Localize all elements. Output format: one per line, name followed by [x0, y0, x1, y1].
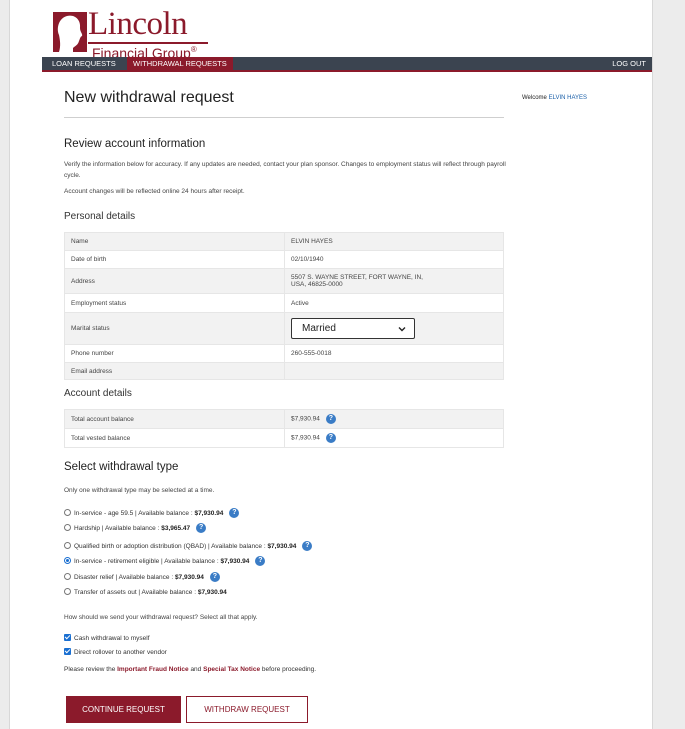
table-row: Address 5507 S. WAYNE STREET, FORT WAYNE… [64, 268, 504, 294]
row-label: Phone number [64, 344, 285, 363]
row-value: ELVIN HAYES [284, 232, 504, 251]
row-value: $7,930.94? [284, 428, 504, 448]
welcome-message: Welcome ELVIN HAYES [522, 95, 588, 101]
radio-button-selected[interactable] [64, 556, 71, 564]
row-value [284, 362, 504, 380]
radio-button[interactable] [64, 523, 71, 531]
table-row: Email address [64, 362, 504, 380]
row-value: Married [284, 312, 504, 345]
withdrawal-option-transfer-assets[interactable]: Transfer of assets out | Available balan… [64, 587, 227, 599]
help-icon[interactable]: ? [229, 508, 240, 519]
personal-details-heading: Personal details [64, 211, 136, 222]
table-row: Date of birth 02/10/1940 [64, 250, 504, 269]
logo-wordmark: Lincoln [88, 6, 188, 42]
review-note: Account changes will be reflected online… [64, 188, 245, 195]
row-value: 5507 S. WAYNE STREET, FORT WAYNE, IN, USA… [284, 268, 504, 294]
table-row: Phone number 260-555-0018 [64, 344, 504, 363]
row-label: Marital status [64, 312, 285, 345]
review-instructions: Verify the information below for accurac… [64, 161, 506, 179]
nav-withdrawal-requests[interactable]: WITHDRAWAL REQUESTS [127, 57, 233, 70]
checkbox-checked[interactable] [64, 647, 71, 655]
nav-loan-requests[interactable]: LOAN REQUESTS [46, 57, 122, 70]
withdrawal-type-note: Only one withdrawal type may be selected… [64, 487, 215, 494]
continue-request-button[interactable]: CONTINUE REQUEST [66, 696, 181, 723]
table-row: Total account balance $7,930.94? [64, 409, 504, 429]
row-label: Email address [64, 362, 285, 380]
welcome-user-name[interactable]: ELVIN HAYES [549, 95, 587, 101]
help-icon[interactable]: ? [325, 433, 336, 443]
radio-button[interactable] [64, 572, 71, 580]
table-row: Employment status Active [64, 293, 504, 313]
row-label: Address [64, 268, 285, 294]
notice-text: Please review the Important Fraud Notice… [64, 666, 317, 673]
row-value: $7,930.94? [284, 409, 504, 429]
table-row: Marital status Married [64, 312, 504, 345]
lincoln-logo[interactable]: Lincoln Financial Group® [45, 6, 245, 61]
radio-button[interactable] [64, 587, 71, 595]
row-label: Total account balance [64, 409, 285, 429]
row-label: Employment status [64, 293, 285, 313]
withdrawal-option-retirement-eligible[interactable]: In-service - retirement eligible | Avail… [64, 556, 266, 568]
radio-button[interactable] [64, 541, 71, 549]
table-row: Name ELVIN HAYES [64, 232, 504, 251]
row-label: Date of birth [64, 250, 285, 269]
table-row: Total vested balance $7,930.94? [64, 428, 504, 448]
send-option-cash[interactable]: Cash withdrawal to myself [64, 633, 150, 644]
page-title: New withdrawal request [64, 89, 234, 106]
help-icon[interactable]: ? [325, 414, 336, 424]
withdrawal-type-heading: Select withdrawal type [64, 461, 179, 473]
row-value: Active [284, 293, 504, 313]
chevron-down-icon [398, 327, 406, 332]
row-label: Total vested balance [64, 428, 285, 448]
help-icon[interactable]: ? [255, 556, 266, 567]
account-details-table: Total account balance $7,930.94? Total v… [64, 409, 504, 448]
withdrawal-option-disaster-relief[interactable]: Disaster relief | Available balance : $7… [64, 572, 220, 584]
row-label: Name [64, 232, 285, 251]
fraud-notice-link[interactable]: Important Fraud Notice [117, 666, 189, 673]
send-option-rollover[interactable]: Direct rollover to another vendor [64, 647, 167, 658]
account-details-heading: Account details [64, 388, 132, 399]
review-heading: Review account information [64, 138, 206, 150]
radio-button[interactable] [64, 508, 71, 516]
send-method-question: How should we send your withdrawal reque… [64, 614, 258, 621]
checkbox-checked[interactable] [64, 633, 71, 641]
marital-status-select[interactable]: Married [291, 318, 415, 339]
withdrawal-option-hardship[interactable]: Hardship | Available balance : $3,965.47… [64, 523, 207, 535]
withdraw-request-button[interactable]: WITHDRAW REQUEST [186, 696, 308, 723]
help-icon[interactable]: ? [196, 523, 207, 534]
personal-details-table: Name ELVIN HAYES Date of birth 02/10/194… [64, 232, 504, 380]
title-divider [64, 117, 504, 118]
help-icon[interactable]: ? [302, 541, 313, 552]
withdrawal-option-qbad[interactable]: Qualified birth or adoption distribution… [64, 541, 313, 553]
row-value: 260-555-0018 [284, 344, 504, 363]
help-icon[interactable]: ? [209, 572, 220, 583]
top-nav-bar: LOAN REQUESTS WITHDRAWAL REQUESTS Log Ou… [42, 57, 652, 72]
row-value: 02/10/1940 [284, 250, 504, 269]
withdrawal-option-in-service-age[interactable]: In-service - age 59.5 | Available balanc… [64, 508, 240, 520]
lincoln-profile-icon [53, 12, 87, 53]
logo-rule [88, 42, 208, 44]
tax-notice-link[interactable]: Special Tax Notice [203, 666, 260, 673]
logout-link[interactable]: Log Out [606, 57, 652, 70]
